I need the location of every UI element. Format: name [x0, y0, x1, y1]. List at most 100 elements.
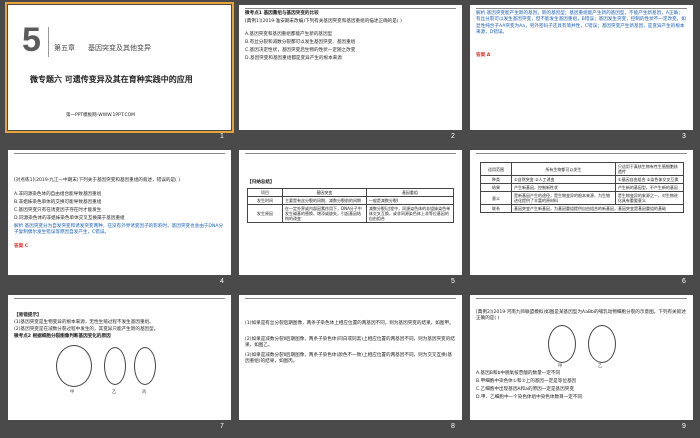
rule-1: (1)如果是有丝分裂后期图像，两条子染色体上相应位置的两基因不同，则为基因突变的… [245, 321, 454, 326]
top-rule [245, 8, 456, 9]
top-rule [14, 153, 225, 154]
table-cell: 基因突变 [282, 188, 367, 197]
option-c: C.基因突变只有在诱变因子存在时才能发生 [14, 208, 102, 213]
table-row: 联系 基因突变产生新基因，为基因重组提供自由组合的新基因，基因突变是基因重组的基… [480, 204, 684, 213]
table-row: 适用范围 所有生物都可以发生 只适用于真核生物有性生殖细胞核遗传 [480, 162, 685, 176]
option-b: B.有丝分裂和减数分裂都可以发生基因突变、基因重组 [245, 40, 356, 45]
slide-thumbnail-4[interactable]: [对点练1](2019·九江一中期末)下列关于基因突变和基因重组的叙述，错误的是… [8, 150, 231, 275]
table-cell: 产生新基因，控制新性状 [511, 183, 616, 192]
slide-thumbnail-7[interactable]: 【易错提示】 (1)基因突变是生物变异的根本来源，无性生殖过程不发生基因重组。 … [8, 295, 231, 420]
explanation-text: 解析 基因突变分为自发突变和诱发突变两种，在没有外界诱变因子的影响时，基因突变也… [14, 224, 224, 236]
rule-2: (2)如果是减数分裂Ⅱ后期图像，两条子染色体(同白或同黑)上相应位置的两基因不同… [245, 337, 455, 349]
table-cell: 发生时间 [247, 196, 283, 205]
slide-number: 6 [682, 278, 686, 285]
option-d: D.同源染色体的非姐妹染色单体交叉互换属于基因重组 [14, 216, 125, 221]
rule-3: (3)如果是减数分裂Ⅱ后期图像，两条子染色体(颜色不一致)上相应位置的两基因不同… [245, 353, 453, 365]
slide-number: 2 [451, 133, 455, 140]
table-cell: 主要是有丝分裂的间期、减数分裂前的间期 [282, 196, 367, 205]
slide-title: 微专题六 可遗传变异及其在育种实践中的应用 [30, 75, 193, 84]
figure-label: 甲 [70, 389, 75, 394]
slide-number: 8 [451, 423, 455, 430]
cell-figure-jia [56, 345, 92, 387]
slide-thumbnail-3[interactable]: 解析 基因突变能产生新的基因，新的基因型；基因重组能产生新的基因型，不能产生新基… [470, 5, 693, 130]
top-rule [245, 153, 456, 154]
table-cell: ①自然突变 ②人工诱变 [511, 175, 616, 184]
option-a: A.基因B和b中脱氧核苷酸的数量一定不同 [476, 371, 561, 376]
table-cell: 产生新的基因型，不产生新的基因 [614, 183, 685, 192]
table-cell: 减数分裂Ⅰ过程中，同源染色体的非姐妹染色单体交叉互换，或非同源染色体上非等位基因… [365, 204, 455, 223]
slide-thumbnail-5[interactable]: 【归纳总结】 项目 基因突变 基因重组 发生时间 主要是有丝分裂的间期、减数分裂… [239, 150, 462, 275]
option-a: A.非同源染色体的自由组合能导致基因重组 [14, 192, 102, 197]
table-cell: 意义 [480, 191, 512, 205]
table-cell: 联系 [480, 204, 512, 213]
question-stem: [典例2](2019·河南九师联盟模拟)如图是某基因型为AaBb的哺乳动物细胞分… [476, 310, 686, 322]
table-row: 意义 是新基因产生的途径，是生物变异的根本来源，为生物进化提供了丰富的原材料 是… [480, 191, 685, 205]
slide-thumbnail-6[interactable]: 适用范围 所有生物都可以发生 只适用于真核生物有性生殖细胞核遗传 种类 ①自然突… [470, 150, 693, 275]
top-rule [476, 153, 687, 154]
table-row: 项目 基因突变 基因重组 [247, 188, 455, 197]
tip-line-1: (1)基因突变是生物变异的根本来源，无性生殖过程不发生基因重组。 [14, 320, 154, 325]
chapter-label: 第五章 [54, 44, 75, 52]
option-a: A.基因突变和基因重组都能产生新的基因型 [245, 32, 333, 37]
slide-thumbnail-2[interactable]: 微考点1 基因重组与基因突变的比较 [典例1](2019·淮安期末改编)下列有关… [239, 5, 462, 130]
cell-figure-jia [548, 325, 576, 363]
table-cell: 发生原因 [247, 204, 283, 223]
option-b: B.非姐妹染色单体的交换可能导致基因重组 [14, 200, 102, 205]
slide-number: 4 [220, 278, 224, 285]
cell-figure-yi [588, 325, 616, 363]
table-cell: 项目 [247, 188, 283, 197]
explanation-text: 解析 基因突变能产生新的基因，新的基因型；基因重组能产生新的基因型，不能产生新基… [476, 11, 686, 36]
question-stem: [对点练1](2019·九江一中期末)下列关于基因突变和基因重组的叙述，错误的是… [14, 178, 181, 183]
table-cell: 所有生物都可以发生 [511, 162, 616, 176]
slide-thumbnail-8[interactable]: (1)如果是有丝分裂后期图像，两条子染色体上相应位置的两基因不同，则为基因突变的… [239, 295, 462, 420]
table-cell: 是生物变异的来源之一，对生物进化具有重要意义 [614, 191, 685, 205]
cell-figure-yi [104, 347, 126, 385]
slide-number: 3 [682, 133, 686, 140]
tip-heading: 【易错提示】 [14, 313, 42, 318]
table-cell: 只适用于真核生物有性生殖细胞核遗传 [614, 162, 685, 176]
slide-number: 7 [220, 423, 224, 430]
table-cell: 在一定外界或内部因素作用下，DNA分子中发生碱基的替换、增添或缺失，引起基因结构… [282, 204, 367, 223]
option-c: C.乙细胞中出现基因A和a的原因一定是基因突变 [476, 387, 574, 392]
table-cell: 适用范围 [480, 162, 512, 176]
table-row: 种类 ①自然突变 ②人工诱变 ①基因自由组合 ②染色体交叉互换 [480, 175, 685, 184]
question-stem: [典例1](2019·淮安期末改编)下列有关基因突变和基因重组的描述正确的是( … [245, 19, 402, 24]
section-heading: 微考点2 根据细胞分裂图像判断基因变化的原因 [14, 334, 111, 339]
table-cell: 种类 [480, 175, 512, 184]
table-row: 发生时间 主要是有丝分裂的间期、减数分裂前的间期 一般是减数分裂Ⅰ [247, 196, 455, 205]
section-heading: 微考点1 基因重组与基因突变的比较 [245, 11, 319, 16]
table-cell: 基因重组 [365, 188, 455, 197]
comparison-table: 项目 基因突变 基因重组 发生时间 主要是有丝分裂的间期、减数分裂前的间期 一般… [247, 188, 455, 223]
slide-number: 1 [220, 133, 224, 140]
table-cell: 结果 [480, 183, 512, 192]
option-b: B.甲细胞中染色体①和②上的基因一定是等位基因 [476, 379, 577, 384]
option-d: D.基因突变和基因重组都是变异产生的根本来源 [245, 56, 342, 61]
figure-label: 乙 [598, 363, 603, 368]
table-cell: 基因突变产生新基因，为基因重组提供自由组合的新基因，基因突变是基因重组的基础 [511, 204, 684, 213]
answer-text: 答案 A [476, 53, 491, 58]
chapter-big-digit: 5 [22, 21, 41, 59]
slide-thumbnail-1[interactable]: 5 第五章 基因突变及其他变异 微专题六 可遗传变异及其在育种实践中的应用 第一… [5, 2, 234, 133]
figure-label: 乙 [112, 389, 117, 394]
summary-heading: 【归纳总结】 [247, 180, 275, 185]
comparison-table: 适用范围 所有生物都可以发生 只适用于真核生物有性生殖细胞核遗传 种类 ①自然突… [480, 162, 685, 213]
option-c: C.基因决定性状，基因突变后生物的性状一定随之改变 [245, 48, 356, 53]
tip-line-2: (2)基因突变是在减数分裂过程中发生的，其变异只能产生新的基因型。 [14, 327, 159, 332]
table-cell: ①基因自由组合 ②染色体交叉互换 [614, 175, 685, 184]
top-rule [476, 8, 687, 9]
figure-label: 丙 [142, 389, 147, 394]
table-row: 结果 产生新基因，控制新性状 产生新的基因型，不产生新的基因 [480, 183, 685, 192]
chapter-title: 基因突变及其他变异 [88, 44, 151, 52]
cell-figure-bing [134, 347, 156, 385]
top-rule [476, 298, 687, 299]
answer-text: 答案 C [14, 244, 29, 249]
table-cell: 是新基因产生的途径，是生物变异的根本来源，为生物进化提供了丰富的原材料 [511, 191, 616, 205]
top-rule [14, 298, 225, 299]
table-row: 发生原因 在一定外界或内部因素作用下，DNA分子中发生碱基的替换、增添或缺失，引… [247, 204, 455, 223]
slide-number: 5 [451, 278, 455, 285]
divider [48, 27, 49, 57]
table-cell: 一般是减数分裂Ⅰ [365, 196, 455, 205]
slide-thumbnail-9[interactable]: [典例2](2019·河南九师联盟模拟)如图是某基因型为AaBb的哺乳动物细胞分… [470, 295, 693, 420]
option-d: D.甲、乙细胞中一个染色体组中染色体数目一定不同 [476, 395, 583, 400]
top-rule [245, 298, 456, 299]
